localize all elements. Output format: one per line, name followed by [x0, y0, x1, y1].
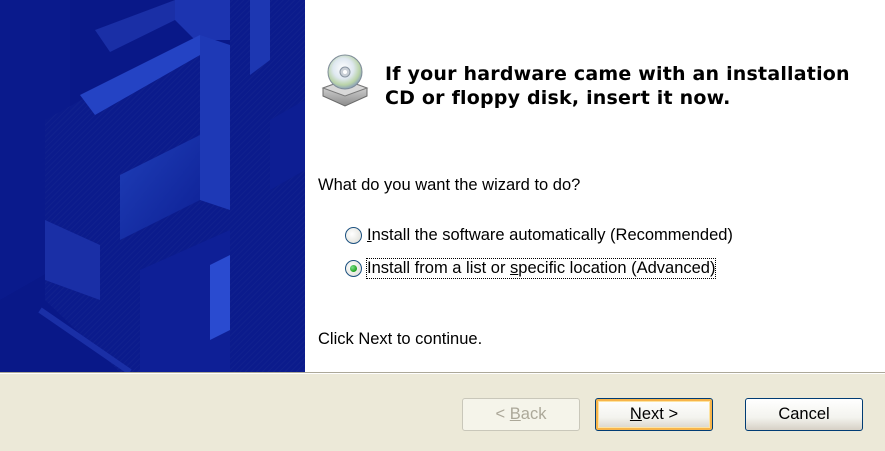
wizard-content: If your hardware came with an installati… [305, 0, 885, 372]
back-button[interactable]: < Back [462, 398, 580, 431]
cancel-button[interactable]: Cancel [745, 398, 863, 431]
divider-highlight [0, 373, 885, 374]
option-install-from-list-label: Install from a list or specific location… [365, 258, 717, 279]
cd-drive-icon [319, 52, 371, 108]
option-install-automatically-label: Install the software automatically (Reco… [367, 226, 733, 244]
wizard-headline: If your hardware came with an installati… [385, 63, 850, 109]
option-install-automatically[interactable]: Install the software automatically (Reco… [345, 226, 733, 245]
radio-install-from-list[interactable] [345, 260, 362, 277]
wizard-question: What do you want the wizard to do? [318, 176, 581, 194]
next-button[interactable]: Next > [595, 398, 713, 431]
option-install-from-list[interactable]: Install from a list or specific location… [345, 258, 717, 279]
wizard-side-banner [0, 0, 305, 372]
wizard-button-bar: < Back Next > Cancel [0, 372, 885, 451]
hardware-illustration [0, 0, 305, 372]
radio-install-automatically[interactable] [345, 227, 362, 244]
wizard-hint: Click Next to continue. [318, 330, 483, 348]
found-new-hardware-wizard: If your hardware came with an installati… [0, 0, 885, 451]
